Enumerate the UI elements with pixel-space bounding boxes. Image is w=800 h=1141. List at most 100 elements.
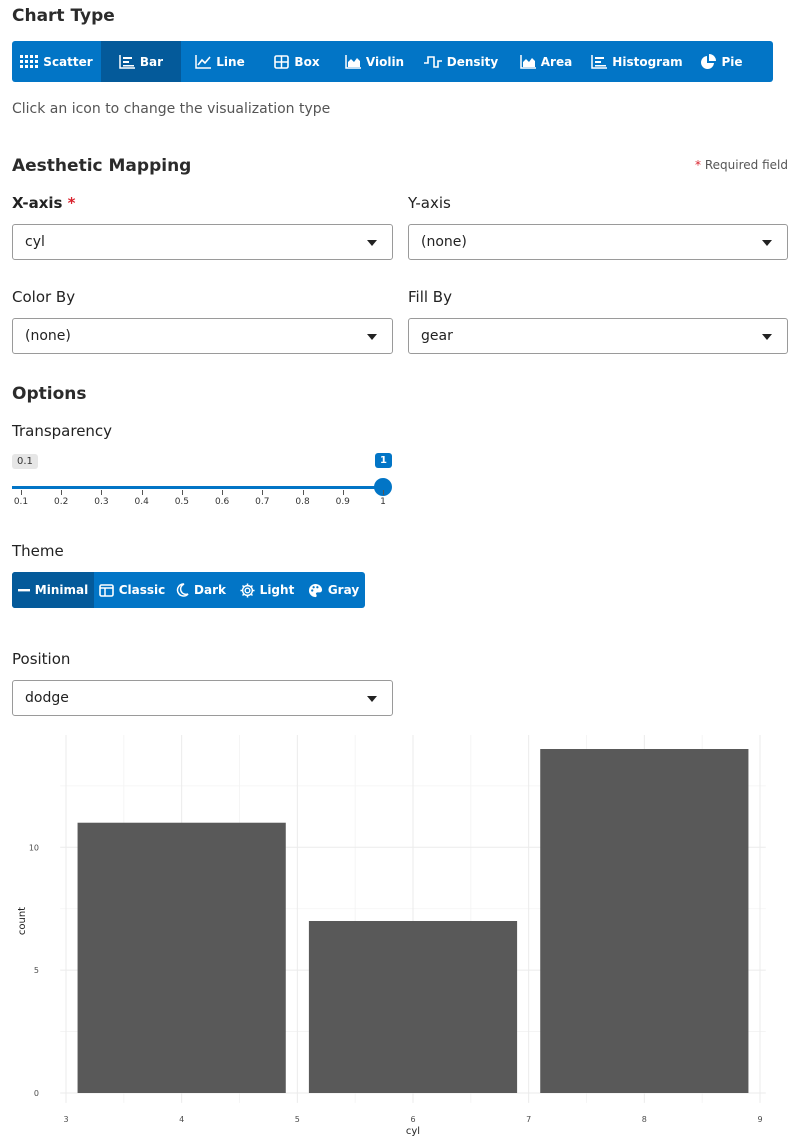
- slider-tick: [262, 490, 264, 495]
- theme-toolbar: Minimal Classic Dark Light Gray: [12, 572, 365, 608]
- caret-down-icon: [762, 334, 772, 340]
- area-icon: [520, 54, 536, 69]
- chart-type-label: Area: [540, 54, 573, 69]
- slider-track[interactable]: [12, 486, 384, 489]
- chart-type-violin-button[interactable]: Violin: [335, 41, 414, 82]
- chart-type-label: Bar: [139, 54, 164, 69]
- y-tick-label: 0: [34, 1089, 39, 1098]
- x-axis-label: X-axis *: [12, 194, 76, 212]
- color-by-value: (none): [25, 328, 71, 344]
- bar: [308, 921, 518, 1093]
- required-note-text: Required field: [704, 158, 788, 172]
- bar-chart-icon: [591, 54, 608, 69]
- slider-tick: [342, 490, 344, 495]
- required-field-note: * Required field: [695, 158, 788, 172]
- position-value: dodge: [25, 690, 69, 706]
- y-axis-title: count: [17, 907, 28, 935]
- chart-type-histogram-button[interactable]: Histogram: [584, 41, 690, 82]
- options-heading: Options: [12, 384, 87, 404]
- minus-icon: [17, 589, 30, 592]
- slider-tick-label: 0.1: [13, 497, 29, 507]
- slider-tick-label: 0.2: [54, 497, 69, 507]
- bar: [77, 822, 286, 1093]
- theme-gray-button[interactable]: Gray: [302, 572, 365, 608]
- y-axis-value: (none): [421, 234, 467, 250]
- slider-tick: [61, 490, 63, 495]
- slider-tick-label: 1: [380, 497, 386, 507]
- x-axis-label-text: X-axis: [12, 194, 63, 212]
- theme-label-text: Light: [259, 583, 295, 597]
- transparency-slider[interactable]: 0.1 1 0.1 0.2 0.3 0.4 0.5 0.6 0.7 0.8 0.9 1: [0, 448, 420, 518]
- chart-type-area-button[interactable]: Area: [508, 41, 584, 82]
- slider-tick-label: 0.9: [335, 497, 350, 507]
- fill-by-label: Fill By: [408, 288, 452, 306]
- chart-type-label: Pie: [721, 54, 743, 69]
- gear-icon: [240, 582, 255, 598]
- fill-by-select[interactable]: gear: [408, 318, 788, 354]
- theme-label-text: Minimal: [34, 583, 89, 597]
- chart-type-toolbar: Scatter Bar Line Box Violin Density Area…: [12, 41, 773, 82]
- theme-classic-button[interactable]: Classic: [94, 572, 170, 608]
- chart-type-label: Scatter: [43, 54, 93, 69]
- x-axis-select[interactable]: cyl: [12, 224, 393, 260]
- position-label: Position: [12, 650, 71, 668]
- slider-min-badge: 0.1: [12, 454, 38, 469]
- grid-dots-icon: [20, 54, 39, 68]
- window-icon: [98, 583, 114, 597]
- fill-by-value: gear: [421, 328, 453, 344]
- pie-icon: [701, 53, 717, 69]
- required-star: *: [695, 158, 702, 172]
- slider-tick-label: 0.4: [134, 497, 149, 507]
- x-axis-value: cyl: [25, 234, 45, 250]
- x-tick-label: 4: [179, 1115, 184, 1124]
- chart-type-label: Histogram: [612, 54, 683, 69]
- x-tick-label: 8: [642, 1115, 647, 1124]
- required-star: *: [67, 194, 76, 212]
- chart-type-box-button[interactable]: Box: [259, 41, 335, 82]
- slider-tick: [302, 490, 304, 495]
- theme-minimal-button[interactable]: Minimal: [12, 572, 94, 608]
- chart-type-label: Box: [294, 54, 320, 69]
- position-select[interactable]: dodge: [12, 680, 393, 716]
- y-tick-label: 10: [29, 843, 39, 852]
- chart-type-bar-button[interactable]: Bar: [101, 41, 181, 82]
- x-tick-label: 6: [410, 1115, 415, 1124]
- slider-tick-label: 0.5: [174, 497, 190, 507]
- theme-dark-button[interactable]: Dark: [170, 572, 232, 608]
- y-tick-label: 5: [34, 966, 39, 975]
- step-wave-icon: [423, 55, 442, 68]
- slider-value-badge: 1: [375, 453, 392, 468]
- chart-type-label: Violin: [365, 54, 405, 69]
- palette-icon: [308, 583, 322, 597]
- y-axis-select[interactable]: (none): [408, 224, 788, 260]
- theme-label-text: Dark: [194, 583, 226, 597]
- slider-tick: [383, 490, 384, 495]
- moon-icon: [176, 583, 189, 597]
- chart-type-heading: Chart Type: [12, 6, 115, 26]
- slider-tick-label: 0.6: [214, 497, 230, 507]
- chart-type-scatter-button[interactable]: Scatter: [12, 41, 101, 82]
- x-tick-label: 3: [63, 1115, 68, 1124]
- chart-type-line-button[interactable]: Line: [181, 41, 259, 82]
- x-tick-label: 5: [295, 1115, 300, 1124]
- slider-tick-label: 0.7: [255, 497, 270, 507]
- bar-chart-plot: 3 4 5 6 7 8 9 0 5 10 cyl count: [17, 735, 766, 1137]
- area-icon: [345, 54, 361, 69]
- theme-label-text: Classic: [118, 583, 166, 597]
- slider-tick: [222, 490, 224, 495]
- chart-type-pie-button[interactable]: Pie: [690, 41, 753, 82]
- theme-light-button[interactable]: Light: [232, 572, 302, 608]
- slider-tick: [141, 490, 143, 495]
- bar-chart-icon: [119, 54, 135, 69]
- slider-tick: [21, 490, 22, 495]
- slider-tick-label: 0.8: [295, 497, 310, 507]
- color-by-select[interactable]: (none): [12, 318, 393, 354]
- slider-tick-label: 0.3: [94, 497, 109, 507]
- line-chart-icon: [195, 54, 212, 69]
- x-axis-title: cyl: [406, 1126, 420, 1137]
- chart-type-label: Density: [446, 54, 499, 69]
- chart-type-density-button[interactable]: Density: [414, 41, 508, 82]
- chart-type-hint: Click an icon to change the visualizatio…: [12, 101, 331, 117]
- caret-down-icon: [367, 696, 377, 702]
- slider-tick: [101, 490, 103, 495]
